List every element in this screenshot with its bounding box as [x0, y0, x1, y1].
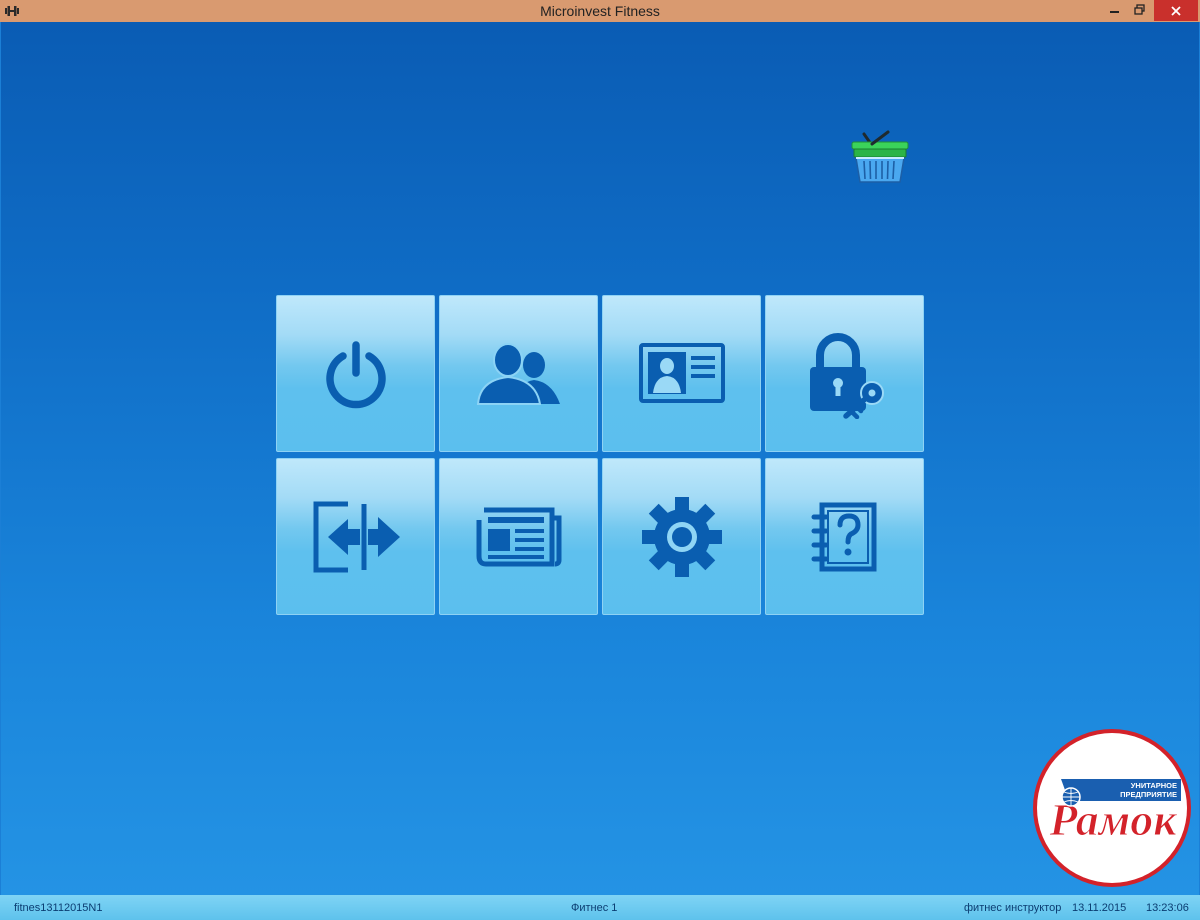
- shopping-basket-icon[interactable]: [848, 128, 910, 186]
- settings-tile[interactable]: [602, 458, 761, 615]
- object-name: Фитнес 1: [571, 902, 618, 914]
- window-title: Microinvest Fitness: [540, 3, 660, 19]
- restore-button[interactable]: [1128, 0, 1152, 20]
- lock-key-icon: [809, 332, 884, 419]
- current-date: 13.11.2015: [1072, 902, 1127, 914]
- close-icon: [1171, 5, 1181, 16]
- status-bar: fitnes13112015N1 Фитнес 1 фитнес инструк…: [0, 895, 1200, 920]
- app-window: Microinvest Fitness УНИТАРНОЕ ПРЕДПРИЯТИ…: [0, 0, 1200, 920]
- main-area: [1, 22, 1199, 895]
- svg-text:УНИТАРНОЕ: УНИТАРНОЕ: [1131, 781, 1177, 790]
- exchange-tile[interactable]: [276, 458, 435, 615]
- gear-icon: [641, 496, 722, 577]
- title-bar: Microinvest Fitness: [0, 0, 1200, 22]
- cards-tile[interactable]: [602, 295, 761, 452]
- security-tile[interactable]: [765, 295, 924, 452]
- clients-tile[interactable]: [439, 295, 598, 452]
- users-icon: [476, 342, 560, 405]
- help-tile[interactable]: [765, 458, 924, 615]
- user-name: фитнес инструктор: [964, 902, 1062, 914]
- minimize-icon: [1110, 11, 1119, 13]
- restore-icon: [1134, 4, 1145, 15]
- minimize-button[interactable]: [1103, 0, 1127, 20]
- help-notebook-icon: [811, 502, 876, 571]
- ramok-logo: УНИТАРНОЕ ПРЕДПРИЯТИЕ Рамок: [1033, 729, 1191, 887]
- exchange-arrows-icon: [313, 501, 400, 572]
- news-icon: [476, 507, 561, 566]
- current-time: 13:23:06: [1146, 902, 1189, 914]
- database-name: fitnes13112015N1: [14, 902, 103, 914]
- exit-tile[interactable]: [276, 295, 435, 452]
- id-card-icon: [638, 342, 725, 403]
- power-icon: [325, 340, 386, 408]
- reports-tile[interactable]: [439, 458, 598, 615]
- close-button[interactable]: [1154, 0, 1198, 21]
